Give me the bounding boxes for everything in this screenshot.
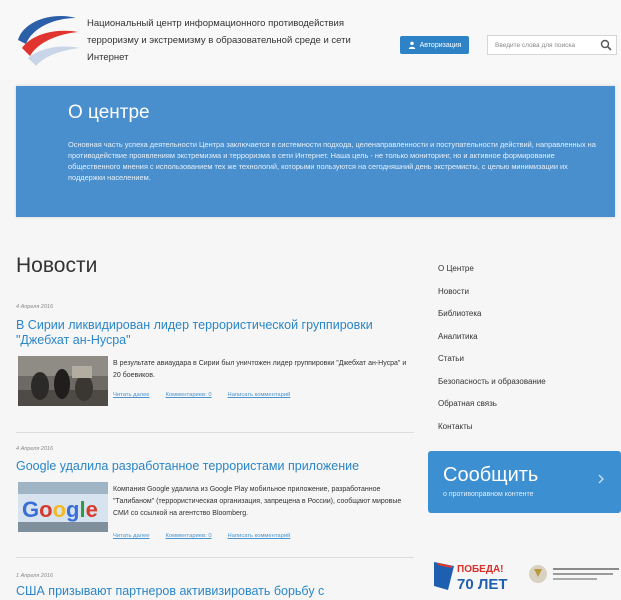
sidebar-item-library[interactable]: Библиотека [438,308,546,331]
sidebar-item-analytics[interactable]: Аналитика [438,331,546,354]
search-input[interactable] [488,36,598,54]
sidebar-item-articles[interactable]: Статьи [438,353,546,376]
victory-line1: ПОБЕДА! [457,564,504,575]
divider [16,557,414,558]
news-date: 4 Апреля 2016 [16,304,54,310]
svg-text:Google: Google [22,497,98,522]
sidebar-item-contacts[interactable]: Контакты [438,421,546,444]
news-text: В результате авиаудара в Сирии был уничт… [113,360,407,379]
comments-link[interactable]: Комментариев: 0 [166,533,212,539]
search-box [487,35,617,55]
news-text: Компания Google удалила из Google Play м… [113,486,402,517]
about-banner: О центре Основная часть успеха деятельно… [16,86,615,217]
divider [16,432,414,433]
page: Национальный центр информационного проти… [0,0,621,600]
news-links: Читать далее Комментариев: 0 Написать ко… [113,392,290,398]
sidebar-item-security-education[interactable]: Безопасность и образование [438,376,546,399]
victory-line2: 70 ЛЕТ [457,576,508,593]
chevron-right-icon [598,474,604,484]
write-comment-link[interactable]: Написать комментарий [228,392,291,398]
sidebar-nav: О Центре Новости Библиотека Аналитика Ст… [438,263,546,443]
login-label: Авторизация [419,41,462,49]
news-date: 4 Апреля 2016 [16,446,54,452]
sidebar-item-feedback[interactable]: Обратная связь [438,398,546,421]
news-headline[interactable]: США призывают партнеров активизировать б… [16,584,324,599]
report-label: Сообщить [443,464,539,486]
news-title: Новости [16,254,98,277]
report-sublabel: о противоправном контенте [443,491,534,498]
user-icon [408,41,415,49]
news-headline[interactable]: Google удалила разработанное террористам… [16,459,359,474]
site-title[interactable]: Национальный центр информационного проти… [87,15,387,66]
comments-link[interactable]: Комментариев: 0 [166,392,212,398]
sidebar-item-about[interactable]: О Центре [438,263,546,286]
about-text: Основная часть успеха деятельности Центр… [68,140,596,182]
read-more-link[interactable]: Читать далее [113,533,150,539]
news-links: Читать далее Комментариев: 0 Написать ко… [113,533,290,539]
search-icon[interactable] [600,39,612,51]
news-date: 1 Апреля 2016 [16,573,54,579]
ministry-banner[interactable] [526,559,621,589]
site-header: Национальный центр информационного проти… [0,0,621,80]
news-thumbnail[interactable]: Google [18,482,108,532]
read-more-link[interactable]: Читать далее [113,392,150,398]
site-logo[interactable] [14,10,84,70]
news-thumbnail[interactable] [18,356,108,406]
report-content-button[interactable]: Сообщить о противоправном контенте [428,451,621,513]
write-comment-link[interactable]: Написать комментарий [228,533,291,539]
google-logo-letter: G [22,497,39,522]
about-heading: О центре [68,102,150,123]
login-button[interactable]: Авторизация [400,36,469,54]
victory-70-banner[interactable]: ПОБЕДА! 70 ЛЕТ [432,556,510,594]
news-headline[interactable]: В Сирии ликвидирован лидер террористичес… [16,318,416,348]
sidebar-item-news[interactable]: Новости [438,286,546,309]
